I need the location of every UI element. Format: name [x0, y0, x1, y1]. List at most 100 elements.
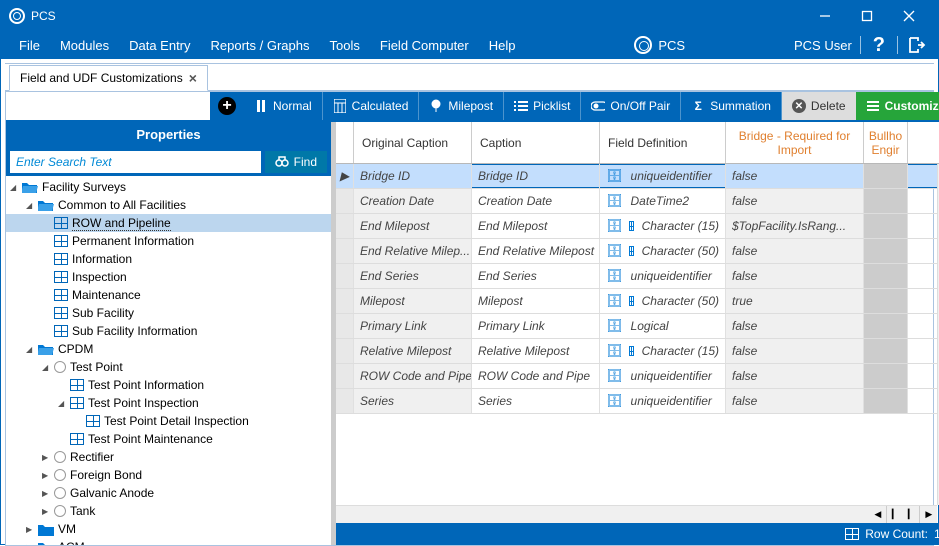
grid-icon	[70, 379, 84, 391]
milepost-button[interactable]: Milepost	[419, 92, 504, 120]
app-icon	[9, 8, 25, 24]
horizontal-scrollbar[interactable]: ◀▎ ▎▶	[336, 505, 937, 523]
pcs-link[interactable]: PCS	[624, 36, 695, 54]
tree-common[interactable]: Common to All Facilities	[6, 196, 331, 214]
onoff-button[interactable]: On/Off Pair	[581, 92, 681, 120]
menu-modules[interactable]: Modules	[50, 31, 119, 59]
search-input[interactable]	[10, 151, 261, 173]
delete-button[interactable]: ✕Delete	[782, 92, 856, 120]
tree-tp-detail[interactable]: Test Point Detail Inspection	[6, 412, 331, 430]
tree-permanent-info[interactable]: Permanent Information	[6, 232, 331, 250]
binoculars-icon	[275, 155, 289, 170]
database-icon: 🗄	[606, 193, 623, 209]
tree-test-point[interactable]: Test Point	[6, 358, 331, 376]
toggle-icon	[591, 99, 605, 113]
grid-icon	[70, 433, 84, 445]
pin-icon	[429, 99, 443, 113]
user-label: PCS User	[794, 38, 852, 53]
titlebar: PCS	[1, 1, 938, 31]
table-row[interactable]: SeriesSeries🗄uniqueidentifierfalse	[336, 389, 939, 414]
help-icon[interactable]: ?	[869, 34, 889, 57]
maximize-button[interactable]	[846, 1, 888, 31]
tree-facility-surveys[interactable]: Facility Surveys	[6, 178, 331, 196]
tree-vm[interactable]: VM	[6, 520, 331, 538]
table-row[interactable]: Primary LinkPrimary Link🗄Logicalfalse	[336, 314, 939, 339]
tree-tp-maintenance[interactable]: Test Point Maintenance	[6, 430, 331, 448]
pcs-ring-icon	[634, 36, 652, 54]
row-count-label: Row Count:	[865, 527, 928, 541]
tree-cpdm[interactable]: CPDM	[6, 340, 331, 358]
tab-close-icon[interactable]: ×	[189, 70, 197, 86]
menu-tools[interactable]: Tools	[320, 31, 370, 59]
database-icon: 🗄	[606, 168, 623, 184]
calculator-icon	[333, 99, 347, 113]
plus-icon: +	[218, 97, 236, 115]
tree-tp-info[interactable]: Test Point Information	[6, 376, 331, 394]
normal-button[interactable]: Normal	[244, 92, 323, 120]
exit-icon[interactable]	[906, 35, 926, 55]
col-caption[interactable]: Caption	[472, 122, 600, 163]
minimize-button[interactable]	[804, 1, 846, 31]
tab-field-udf[interactable]: Field and UDF Customizations ×	[9, 65, 208, 91]
tree-tank[interactable]: Tank	[6, 502, 331, 520]
properties-header: Properties	[6, 122, 331, 148]
tree-sub-facility[interactable]: Sub Facility	[6, 304, 331, 322]
row-count-value: 10	[934, 527, 939, 541]
tree-rectifier[interactable]: Rectifier	[6, 448, 331, 466]
col-bridge[interactable]: Bridge - Required for Import	[726, 122, 864, 163]
database-icon: 🗄	[606, 343, 623, 359]
separator	[860, 36, 861, 54]
table-row[interactable]: ROW Code and PipeROW Code and Pipe🗄uniqu…	[336, 364, 939, 389]
tree[interactable]: Facility Surveys Common to All Facilitie…	[6, 176, 331, 545]
tree-information[interactable]: Information	[6, 250, 331, 268]
tab-strip: Field and UDF Customizations ×	[5, 63, 934, 91]
list-icon	[514, 99, 528, 113]
tree-tp-inspection[interactable]: Test Point Inspection	[6, 394, 331, 412]
tree-foreign-bond[interactable]: Foreign Bond	[6, 466, 331, 484]
tree-galvanic-anode[interactable]: Galvanic Anode	[6, 484, 331, 502]
database-icon: 🗄	[606, 268, 623, 284]
col-field-def[interactable]: Field Definition	[600, 122, 726, 163]
tree-acm[interactable]: ACM	[6, 538, 331, 545]
grid-footer: Row Count: 10	[336, 523, 939, 545]
add-button[interactable]: +	[210, 92, 244, 120]
menu-file[interactable]: File	[9, 31, 50, 59]
col-original-caption[interactable]: Original Caption	[354, 122, 472, 163]
tree-row-pipeline[interactable]: ROW and Pipeline	[6, 214, 331, 232]
tree-sub-facility-info[interactable]: Sub Facility Information	[6, 322, 331, 340]
menu-help[interactable]: Help	[479, 31, 526, 59]
calculated-button[interactable]: Calculated	[323, 92, 420, 120]
picklist-button[interactable]: Picklist	[504, 92, 581, 120]
menubar: File Modules Data Entry Reports / Graphs…	[1, 31, 938, 59]
tree-maintenance[interactable]: Maintenance	[6, 286, 331, 304]
menu-data-entry[interactable]: Data Entry	[119, 31, 200, 59]
grid-icon	[70, 397, 84, 409]
menu-field-computer[interactable]: Field Computer	[370, 31, 479, 59]
tree-inspection[interactable]: Inspection	[6, 268, 331, 286]
grid-icon	[54, 217, 68, 229]
folder-open-icon	[38, 199, 54, 212]
summation-button[interactable]: ΣSummation	[681, 92, 782, 120]
circle-icon	[54, 505, 66, 517]
menu-reports[interactable]: Reports / Graphs	[201, 31, 320, 59]
table-row[interactable]: End MilepostEnd Milepost🗄Character (15)$…	[336, 214, 939, 239]
table-row[interactable]: End Relative Milep...End Relative Milepo…	[336, 239, 939, 264]
list-icon	[866, 99, 880, 113]
database-icon: 🗄	[606, 243, 623, 259]
database-icon: 🗄	[606, 293, 623, 309]
database-icon: 🗄	[606, 368, 623, 384]
col-bullho[interactable]: Bullho Engir	[864, 122, 908, 163]
folder-icon	[38, 523, 54, 536]
find-button[interactable]: Find	[265, 151, 327, 173]
table-row[interactable]: End SeriesEnd Series🗄uniqueidentifierfal…	[336, 264, 939, 289]
grid-icon	[845, 528, 859, 540]
table-row[interactable]: ▶Bridge IDBridge ID🗄uniqueidentifierfals…	[336, 164, 939, 189]
grid-body[interactable]: ▶Bridge IDBridge ID🗄uniqueidentifierfals…	[336, 164, 939, 505]
table-row[interactable]: MilepostMilepost🗄Character (50)true	[336, 289, 939, 314]
table-row[interactable]: Relative MilepostRelative Milepost🗄Chara…	[336, 339, 939, 364]
folder-open-icon	[38, 343, 54, 356]
table-row[interactable]: Creation DateCreation Date🗄DateTime2fals…	[336, 189, 939, 214]
close-button[interactable]	[888, 1, 930, 31]
customize-button[interactable]: Customize	[856, 92, 939, 120]
grid-icon	[54, 253, 68, 265]
